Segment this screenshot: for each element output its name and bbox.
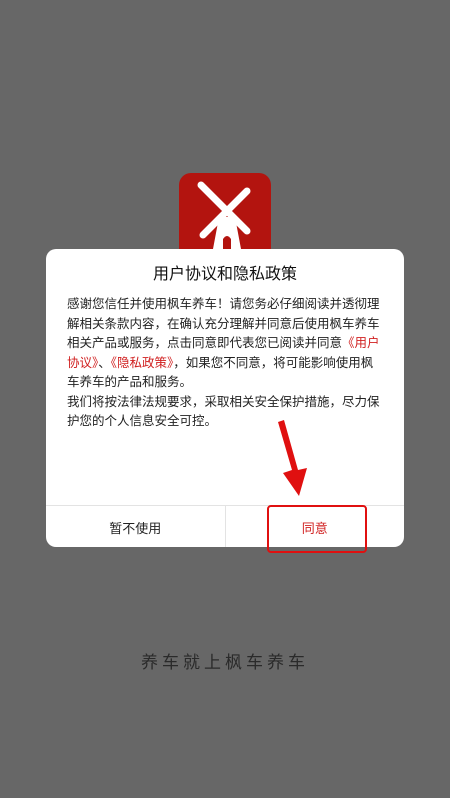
security-paragraph: 我们将按法律法规要求，采取相关安全保护措施，尽力保护您的个人信息安全可控。: [67, 393, 380, 429]
splash-slogan: 养车就上枫车养车: [141, 653, 309, 673]
dialog-title: 用户协议和隐私政策: [152, 264, 297, 283]
dialog-body: 感谢您信任并使用枫车养车！请您务必仔细阅读并透彻理解相关条款内容，在确认充分理解…: [67, 294, 385, 431]
link-separator: 、: [98, 354, 111, 370]
cancel-button[interactable]: 暂不使用: [46, 506, 226, 547]
privacy-policy-link[interactable]: 《隐私政策》: [111, 355, 174, 370]
annotation-arrow-icon: [278, 420, 307, 496]
agree-highlight-box: [267, 505, 367, 553]
privacy-dialog: 用户协议和隐私政策 感谢您信任并使用枫车养车！请您务必仔细阅读并透彻理解相关条款…: [46, 249, 404, 547]
agreement-text-1: 感谢您信任并使用枫车养车！请您务必仔细阅读并透彻理解相关条款内容，在确认充分理解…: [67, 296, 380, 350]
agreement-paragraph: 感谢您信任并使用枫车养车！请您务必仔细阅读并透彻理解相关条款内容，在确认充分理解…: [67, 294, 385, 392]
